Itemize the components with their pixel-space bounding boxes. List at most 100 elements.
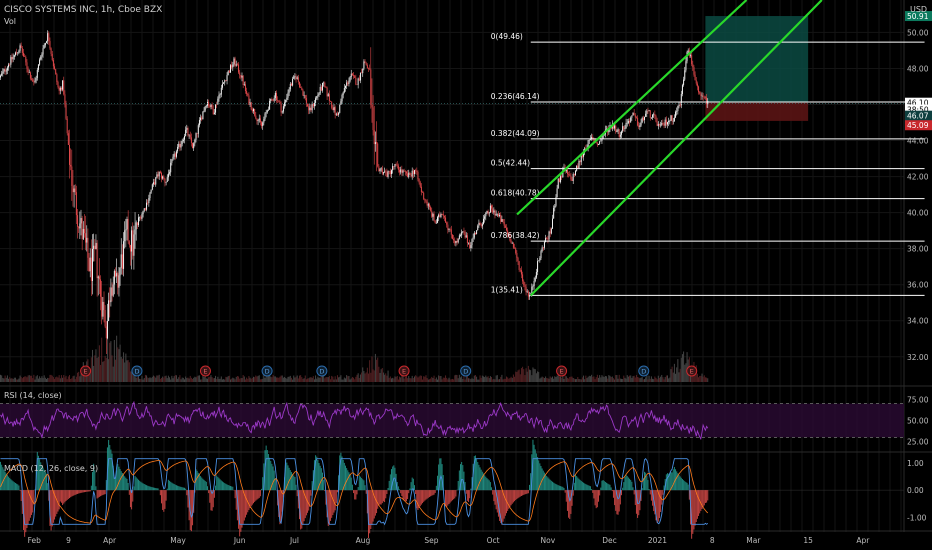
macd-histogram-bar: [591, 489, 593, 491]
candle-body: [273, 97, 275, 101]
volume-bar: [556, 375, 558, 382]
volume-bar: [641, 377, 643, 382]
macd-histogram-bar: [164, 490, 166, 509]
candle-body: [25, 56, 27, 63]
macd-histogram-bar: [309, 490, 311, 507]
candle-body: [36, 69, 38, 78]
volume-bar: [431, 376, 433, 382]
volume-bar: [481, 375, 483, 382]
candle-body: [86, 237, 88, 243]
volume-bar: [560, 376, 562, 382]
candle-body: [152, 182, 154, 185]
volume-bar: [653, 379, 655, 382]
candle-body: [162, 176, 164, 179]
candle-body: [129, 244, 131, 252]
candle-body: [324, 82, 326, 88]
candle-body: [297, 77, 299, 82]
volume-bar: [661, 374, 663, 382]
candle-body: [535, 272, 537, 278]
candle-body: [487, 211, 489, 214]
candle-body: [397, 165, 399, 170]
candle-body: [165, 182, 167, 183]
macd-histogram-bar: [149, 486, 151, 491]
volume-bar: [512, 374, 514, 382]
candle-body: [213, 112, 215, 115]
macd-histogram-bar: [324, 490, 326, 492]
candle-body: [556, 188, 558, 198]
volume-bar: [401, 375, 403, 382]
macd-histogram-bar: [181, 487, 183, 491]
macd-histogram-bar: [522, 490, 524, 496]
macd-histogram-bar: [20, 490, 22, 501]
macd-histogram-bar: [166, 488, 168, 491]
volume-bar: [103, 360, 105, 382]
volume-bar: [494, 379, 496, 382]
candle-body: [250, 102, 252, 110]
macd-histogram-bar: [469, 490, 471, 499]
macd-histogram-bar: [80, 490, 82, 493]
volume-bar: [210, 375, 212, 382]
volume-bar: [217, 376, 219, 382]
volume-bar: [41, 376, 43, 382]
macd-histogram-bar: [79, 490, 81, 494]
event-marker-letter: D: [319, 368, 324, 376]
chart-svg[interactable]: 0(49.46)0.236(46.14)0.382(44.09)0.5(42.4…: [0, 0, 932, 550]
candle-body: [200, 117, 202, 121]
candle-body: [489, 205, 491, 213]
volume-bar: [394, 376, 396, 382]
macd-histogram-bar: [363, 480, 365, 491]
macd-histogram-bar: [519, 490, 521, 497]
volume-bar: [416, 376, 418, 382]
volume-bar: [552, 376, 553, 382]
macd-histogram-bar: [81, 490, 83, 493]
candle-body: [669, 120, 671, 122]
volume-bar: [172, 378, 174, 382]
candle-body: [144, 208, 146, 210]
volume-bar: [277, 377, 279, 382]
candle-body: [458, 235, 460, 239]
time-axis-tick: Aug: [356, 536, 371, 545]
channel-lower-line[interactable]: [529, 0, 823, 297]
candle-body: [548, 231, 550, 240]
macd-histogram-bar: [265, 445, 267, 491]
candle-body: [641, 117, 643, 123]
time-axis-tick: Mar: [746, 536, 761, 545]
macd-histogram-bar: [290, 472, 292, 491]
candle-body: [670, 115, 672, 121]
volume-bar: [348, 375, 350, 382]
candle-body: [431, 210, 433, 217]
volume-bar: [279, 376, 281, 382]
candle-body: [558, 178, 560, 183]
candle-body: [417, 171, 419, 180]
macd-histogram-bar: [601, 480, 603, 491]
candle-body: [432, 213, 434, 217]
macd-histogram-bar: [78, 490, 80, 494]
candle-body: [450, 229, 452, 235]
candle-body: [631, 115, 633, 118]
macd-histogram-bar: [18, 485, 20, 491]
volume-bar: [335, 379, 337, 382]
macd-histogram-bar: [492, 490, 494, 495]
volume-bar: [2, 377, 4, 382]
macd-histogram-bar: [207, 486, 208, 491]
candle-body: [518, 261, 520, 270]
volume-bar: [601, 375, 603, 382]
candle-body: [266, 110, 268, 113]
macd-histogram-bar: [100, 490, 102, 497]
price-axis-badge-text: 45.09: [907, 121, 929, 130]
macd-histogram-bar: [626, 476, 628, 491]
macd-histogram-bar: [596, 490, 598, 508]
candle-body: [62, 80, 64, 90]
macd-histogram-bar: [485, 476, 487, 491]
macd-histogram-bar: [648, 489, 650, 491]
candle-body: [10, 57, 12, 65]
volume-bar: [499, 379, 501, 382]
macd-histogram-bar: [120, 471, 122, 491]
candle-body: [371, 104, 373, 108]
candle-body: [350, 73, 352, 77]
volume-bar: [447, 379, 449, 382]
volume-bar: [640, 377, 642, 382]
candle-body: [83, 228, 85, 234]
candle-body: [47, 33, 49, 42]
candle-body: [218, 94, 220, 99]
